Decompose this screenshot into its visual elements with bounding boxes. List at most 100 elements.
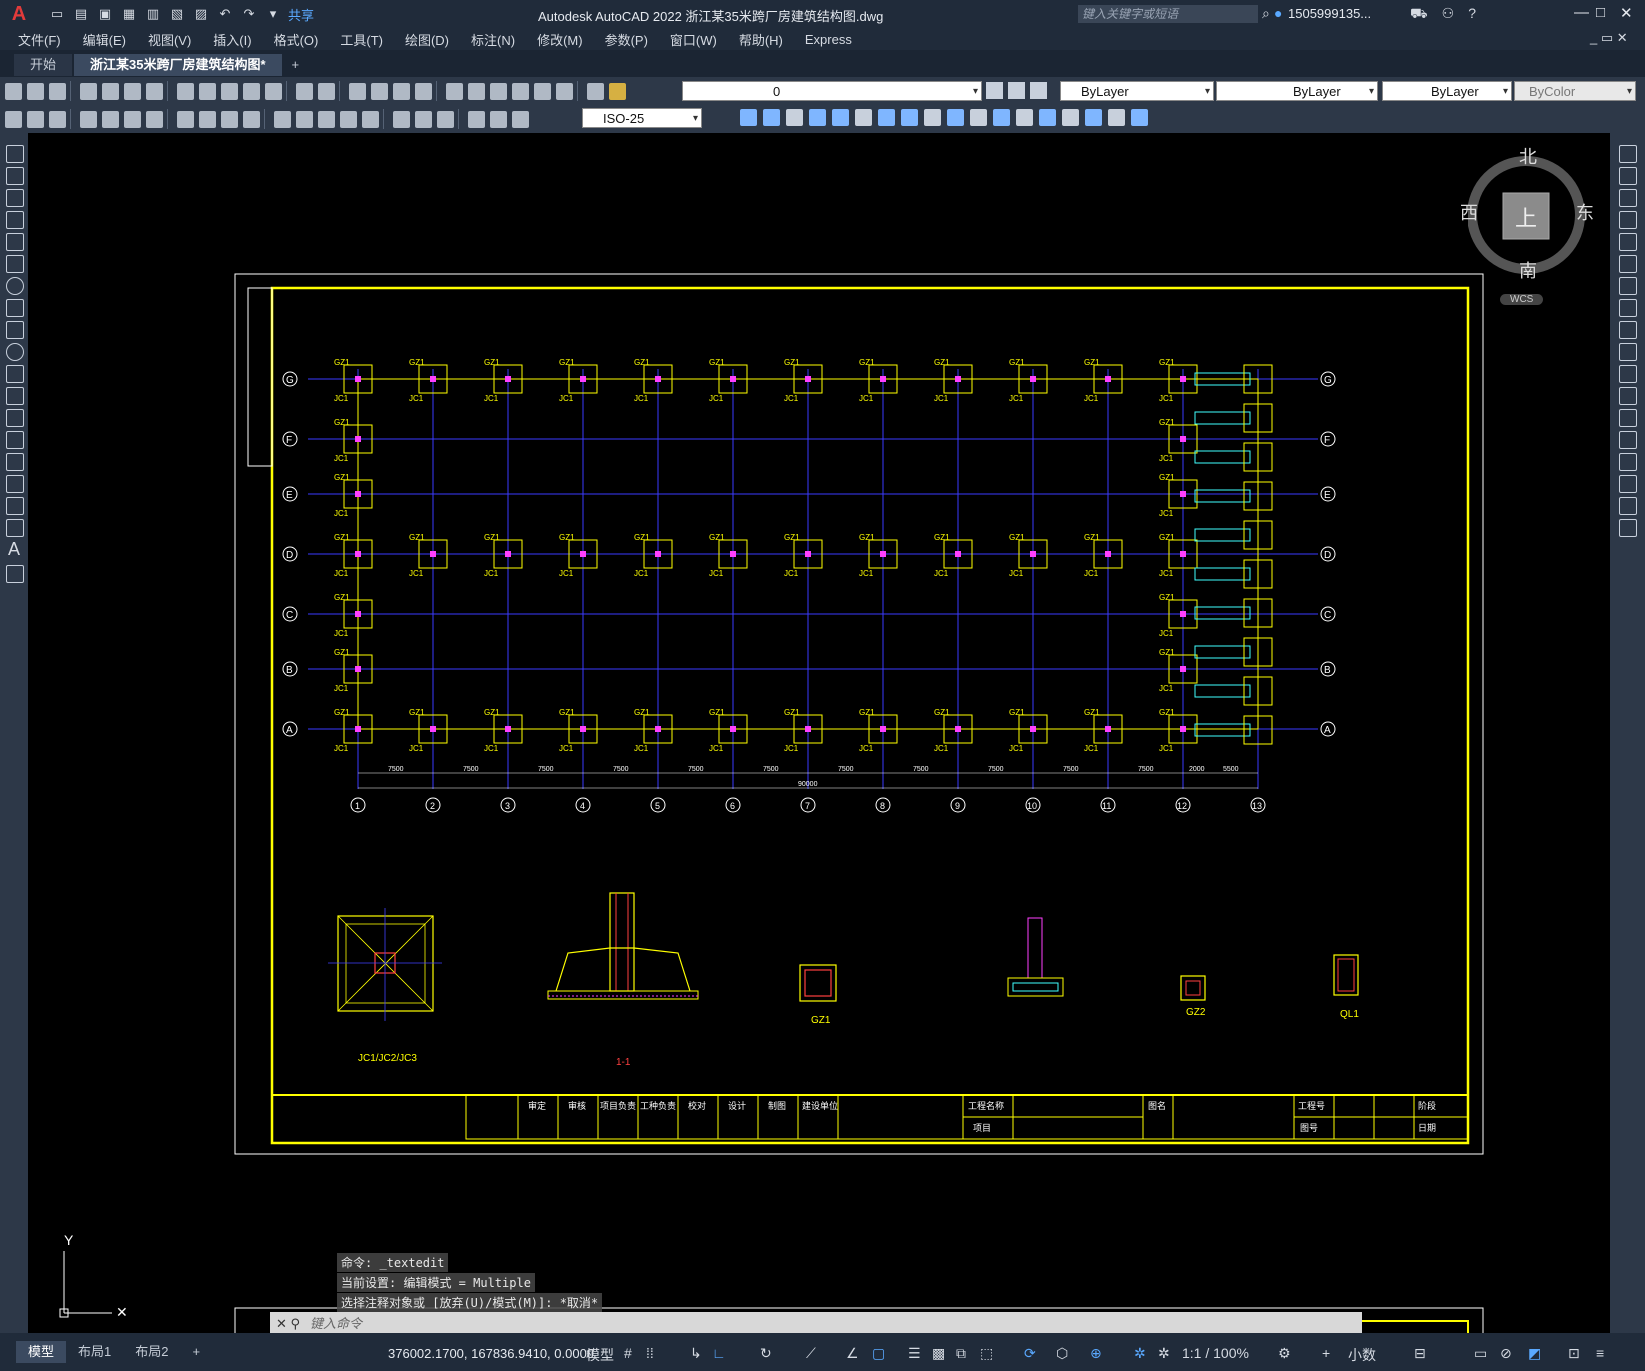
command-input[interactable]: 键入命令 (310, 1316, 362, 1331)
scale-icon[interactable] (1619, 299, 1637, 317)
menu-modify[interactable]: 修改(M) (537, 30, 583, 49)
search-icon[interactable]: ⌕ (1262, 5, 1270, 22)
plotstyle-dropdown[interactable]: ByColor ▾ (1514, 81, 1636, 101)
auto-scale-icon[interactable]: ✲ (1158, 1345, 1170, 1362)
construction-line-icon[interactable] (6, 167, 24, 185)
redo-icon[interactable]: ↷ (240, 6, 258, 22)
dynamic-ucs-icon[interactable]: ⟳ (1024, 1345, 1036, 1362)
plot-preview-icon[interactable] (102, 82, 119, 100)
save-web-icon[interactable]: ▧ (168, 6, 186, 22)
sheet-set-icon[interactable] (512, 82, 529, 100)
radius-dim-icon[interactable] (177, 110, 194, 128)
clean-screen-icon[interactable]: ⊡ (1568, 1345, 1580, 1362)
slice-icon[interactable] (924, 109, 941, 126)
open-file-icon[interactable]: ▤ (72, 6, 90, 22)
section-icon[interactable] (947, 109, 964, 126)
explode-icon[interactable] (1619, 519, 1637, 537)
multiline-text-icon[interactable]: A (8, 539, 20, 560)
menu-express[interactable]: Express (805, 32, 852, 47)
customize-qa-icon[interactable]: ▾ (264, 6, 282, 22)
polygon-icon[interactable] (6, 211, 24, 229)
lineweight-icon[interactable]: ☰ (908, 1345, 921, 1362)
transparency-icon[interactable]: ▩ (932, 1345, 945, 1362)
table-icon[interactable] (6, 519, 24, 537)
dim-break-icon[interactable] (362, 110, 379, 128)
design-center-icon[interactable] (468, 82, 485, 100)
annotation-monitor-icon[interactable]: + (1322, 1345, 1330, 1361)
3d-cone-icon[interactable] (786, 109, 803, 126)
user-name[interactable]: 1505999135... (1288, 6, 1371, 21)
quick-dim-icon[interactable] (274, 110, 291, 128)
isolate-objects-icon[interactable]: ⊘ (1500, 1345, 1512, 1362)
ellipse-icon[interactable] (6, 343, 24, 361)
copy-icon[interactable] (199, 82, 216, 100)
model-space-toggle[interactable]: 模型 (586, 1345, 614, 1365)
array-icon[interactable] (1619, 233, 1637, 251)
publish-icon[interactable] (124, 82, 141, 100)
tab-drawing[interactable]: 浙江某35米跨厂房建筑结构图* (74, 54, 282, 76)
arc-length-icon[interactable] (124, 110, 141, 128)
pan-icon[interactable] (349, 82, 366, 100)
compass-north[interactable]: 北 (1519, 143, 1537, 169)
object-snap-icon[interactable]: ▢ (872, 1345, 885, 1362)
stretch-icon[interactable] (1619, 321, 1637, 339)
insert-block-icon[interactable] (6, 387, 24, 405)
center-mark-icon[interactable] (415, 110, 432, 128)
save-as-icon[interactable]: ▦ (120, 6, 138, 22)
ordinate-dim-icon[interactable] (146, 110, 163, 128)
tab-start[interactable]: 开始 (14, 54, 73, 76)
selection-filter-icon[interactable]: ⬡ (1056, 1345, 1068, 1362)
markup-icon[interactable] (534, 82, 551, 100)
help-icon[interactable] (587, 82, 604, 100)
gradient-icon[interactable] (6, 475, 24, 493)
extend-icon[interactable] (1619, 365, 1637, 383)
workspace-gear-icon[interactable]: ⚙ (1278, 1345, 1291, 1362)
blend-curves-icon[interactable] (1619, 497, 1637, 515)
break-icon[interactable] (1619, 409, 1637, 427)
grid-icon[interactable]: # (624, 1345, 632, 1361)
walk-icon[interactable] (1108, 109, 1125, 126)
tool-palettes-icon[interactable] (490, 82, 507, 100)
isodraft-icon[interactable]: ⟋ (806, 1345, 816, 1362)
menu-tools[interactable]: 工具(T) (340, 30, 383, 49)
dimstyle-dropdown[interactable]: ISO-25 ▾ (582, 108, 702, 128)
arc-icon[interactable] (6, 255, 24, 273)
compass-west[interactable]: 西 (1460, 199, 1478, 225)
erase-icon[interactable] (1619, 145, 1637, 163)
union-icon[interactable] (855, 109, 872, 126)
lineweight-dropdown[interactable]: ByLayer ▾ (1382, 81, 1512, 101)
quickcalc-icon[interactable] (556, 82, 573, 100)
paste-icon[interactable] (221, 82, 238, 100)
menu-file[interactable]: 文件(F) (18, 30, 61, 49)
user-icon[interactable]: ● (1274, 5, 1282, 21)
units-readout[interactable]: 小数 (1348, 1345, 1376, 1365)
layer-state-icon[interactable] (1030, 82, 1047, 99)
annotation-scale[interactable]: 1:1 / 100% (1182, 1345, 1249, 1361)
add-layout-button[interactable]: + (180, 1341, 212, 1363)
baseline-dim-icon[interactable] (296, 110, 313, 128)
menu-draw[interactable]: 绘图(D) (405, 30, 449, 49)
compass-south[interactable]: 南 (1519, 257, 1537, 283)
share-button[interactable]: 共享 (288, 5, 314, 24)
tab-layout2[interactable]: 布局2 (123, 1341, 180, 1363)
undo-icon[interactable] (296, 82, 313, 100)
rotate-icon[interactable] (1619, 277, 1637, 295)
match-icon[interactable] (27, 110, 44, 128)
copy-object-icon[interactable] (1619, 167, 1637, 185)
help-icon[interactable]: ? (1468, 5, 1476, 24)
open-web-icon[interactable]: ▥ (144, 6, 162, 22)
doc-window-controls-icon[interactable]: _ ▭ ✕ (1590, 30, 1628, 46)
continue-dim-icon[interactable] (318, 110, 335, 128)
layer-walk-icon[interactable] (49, 110, 66, 128)
trim-icon[interactable] (1619, 343, 1637, 361)
open-icon[interactable] (27, 82, 44, 100)
object-snap-tracking-icon[interactable]: ∠ (846, 1345, 859, 1362)
quick-properties-icon[interactable]: ⊟ (1414, 1345, 1426, 1362)
compass-east[interactable]: 东 (1576, 199, 1594, 225)
polyline-icon[interactable] (6, 189, 24, 207)
save-icon[interactable]: ▣ (96, 6, 114, 22)
menu-help[interactable]: 帮助(H) (739, 30, 783, 49)
3d-osnap-icon[interactable]: ⬚ (980, 1345, 993, 1362)
color-dropdown[interactable]: ByLayer ▾ (1060, 81, 1214, 101)
tolerance-icon[interactable] (393, 110, 410, 128)
